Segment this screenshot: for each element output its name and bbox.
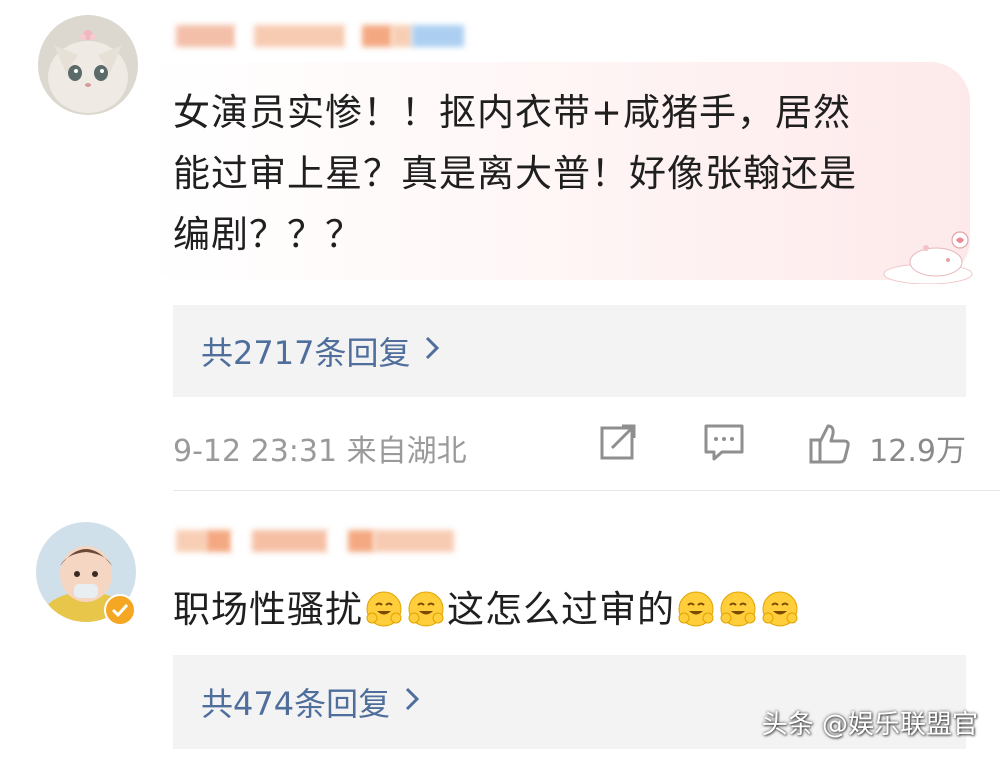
hugging-face-emoji-icon [761,585,799,627]
thumbs-up-icon [808,422,852,474]
replies-count-label: 共2717条回复 [201,334,411,372]
share-icon [598,422,638,470]
comment-text: 女演员实惨！！抠内衣带+咸猪手，居然 能过审上星？真是离大普！好像张翰还是 编剧… [173,82,963,265]
timestamp-location: 9-12 23:31 来自湖北 [173,434,467,469]
like-button[interactable] [808,422,852,474]
hugging-face-emoji-icon [719,585,757,627]
view-replies-button[interactable]: 共2717条回复 [173,305,966,397]
comment-button[interactable] [703,422,745,470]
chevron-right-icon [404,685,420,720]
share-button[interactable] [598,422,638,470]
comment-text-part: 这怎么过审的 [447,588,675,631]
comment-text-part: 职场性骚扰 [173,588,363,631]
username-blurred[interactable] [176,527,454,555]
username-blurred[interactable] [176,22,464,50]
hugging-face-emoji-icon [677,585,715,627]
avatar-cat[interactable] [38,15,138,115]
comment-text-line: 编剧？？？ [173,213,363,256]
comment-item-1: 女演员实惨！！抠内衣带+咸猪手，居然 能过审上星？真是离大普！好像张翰还是 编剧… [0,0,1000,490]
hugging-face-emoji-icon [407,585,445,627]
verified-badge-icon [104,594,136,630]
hugging-face-emoji-icon [365,585,403,627]
replies-count-label: 共474条回复 [201,685,391,723]
sleeping-cat-sticker-icon [876,228,976,288]
watermark-text: 头条 @娱乐联盟官 [761,710,978,740]
comment-text-line: 女演员实惨！！抠内衣带+咸猪手，居然 [173,91,852,134]
comment-text-line: 能过审上星？真是离大普！好像张翰还是 [173,152,857,195]
like-count: 12.9万 [869,434,966,469]
comment-meta-row: 9-12 23:31 来自湖北 12.9万 [173,418,966,474]
comment-icon [703,422,745,470]
chevron-right-icon [424,334,440,369]
comment-text: 职场性骚扰 这怎么过审的 [173,579,963,640]
